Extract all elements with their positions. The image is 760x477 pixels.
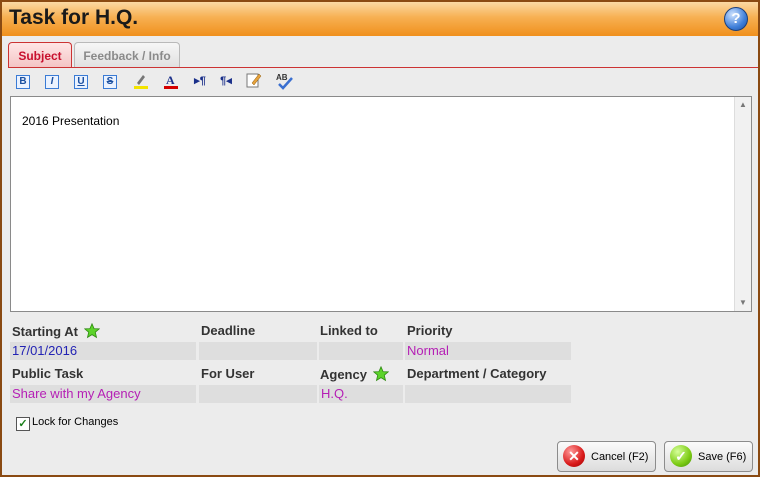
task-dialog: Task for H.Q. ? Subject Feedback / Info … xyxy=(0,0,760,477)
svg-text:A: A xyxy=(166,73,175,87)
cancel-button[interactable]: ✕ Cancel (F2) xyxy=(557,441,656,472)
scroll-down-icon[interactable]: ▼ xyxy=(735,295,751,311)
tab-feedback-info[interactable]: Feedback / Info xyxy=(74,42,180,68)
for-user-field[interactable] xyxy=(199,385,317,403)
tab-subject[interactable]: Subject xyxy=(8,42,72,68)
cancel-icon: ✕ xyxy=(563,445,585,467)
star-icon xyxy=(83,323,100,339)
lock-label: Lock for Changes xyxy=(32,416,119,428)
agency-label-text: Agency xyxy=(320,367,367,382)
scroll-up-icon[interactable]: ▲ xyxy=(735,97,751,113)
strike-label: S xyxy=(103,75,117,89)
spellcheck-icon[interactable]: AB xyxy=(275,72,293,90)
italic-button[interactable]: I xyxy=(43,72,61,90)
cancel-label: Cancel (F2) xyxy=(591,451,649,463)
public-task-label: Public Task xyxy=(12,366,84,381)
svg-text:AB: AB xyxy=(276,73,288,82)
starting-at-label-text: Starting At xyxy=(12,324,78,339)
italic-label: I xyxy=(45,75,59,89)
underline-button[interactable]: U xyxy=(72,72,90,90)
priority-label: Priority xyxy=(407,323,453,338)
department-category-field[interactable] xyxy=(405,385,571,403)
save-label: Save (F6) xyxy=(698,451,747,463)
save-button[interactable]: ✓ Save (F6) xyxy=(664,441,753,472)
subject-editor[interactable]: 2016 Presentation ▲ ▼ xyxy=(10,96,752,312)
window-title: Task for H.Q. xyxy=(9,6,139,29)
linked-to-label: Linked to xyxy=(320,323,378,338)
priority-field[interactable]: Normal xyxy=(405,342,571,360)
for-user-label: For User xyxy=(201,366,255,381)
public-task-field[interactable]: Share with my Agency xyxy=(10,385,196,403)
strikethrough-button[interactable]: S xyxy=(101,72,119,90)
ltr-paragraph-icon[interactable]: ▸¶ xyxy=(191,72,209,90)
agency-field[interactable]: H.Q. xyxy=(319,385,403,403)
font-color-icon[interactable]: A xyxy=(162,72,180,90)
editor-content[interactable]: 2016 Presentation xyxy=(22,114,119,128)
editor-scrollbar[interactable]: ▲ ▼ xyxy=(734,97,751,311)
highlight-pen-icon[interactable] xyxy=(132,72,150,90)
edit-note-icon[interactable] xyxy=(245,72,263,90)
rtl-paragraph-icon[interactable]: ¶◂ xyxy=(217,72,235,90)
deadline-label: Deadline xyxy=(201,323,256,338)
title-bar: Task for H.Q. ? xyxy=(2,2,758,36)
help-icon[interactable]: ? xyxy=(724,7,748,31)
linked-to-field[interactable] xyxy=(319,342,403,360)
star-icon xyxy=(372,366,389,382)
starting-at-field[interactable]: 17/01/2016 xyxy=(10,342,196,360)
agency-label: Agency xyxy=(320,366,389,382)
tab-divider xyxy=(8,67,758,68)
starting-at-label: Starting At xyxy=(12,323,100,339)
lock-checkbox[interactable]: ✓ xyxy=(16,417,30,431)
bold-button[interactable]: B xyxy=(14,72,32,90)
deadline-field[interactable] xyxy=(199,342,317,360)
underline-label: U xyxy=(74,75,88,89)
bold-label: B xyxy=(16,75,30,89)
save-check-icon: ✓ xyxy=(670,445,692,467)
department-category-label: Department / Category xyxy=(407,366,547,381)
